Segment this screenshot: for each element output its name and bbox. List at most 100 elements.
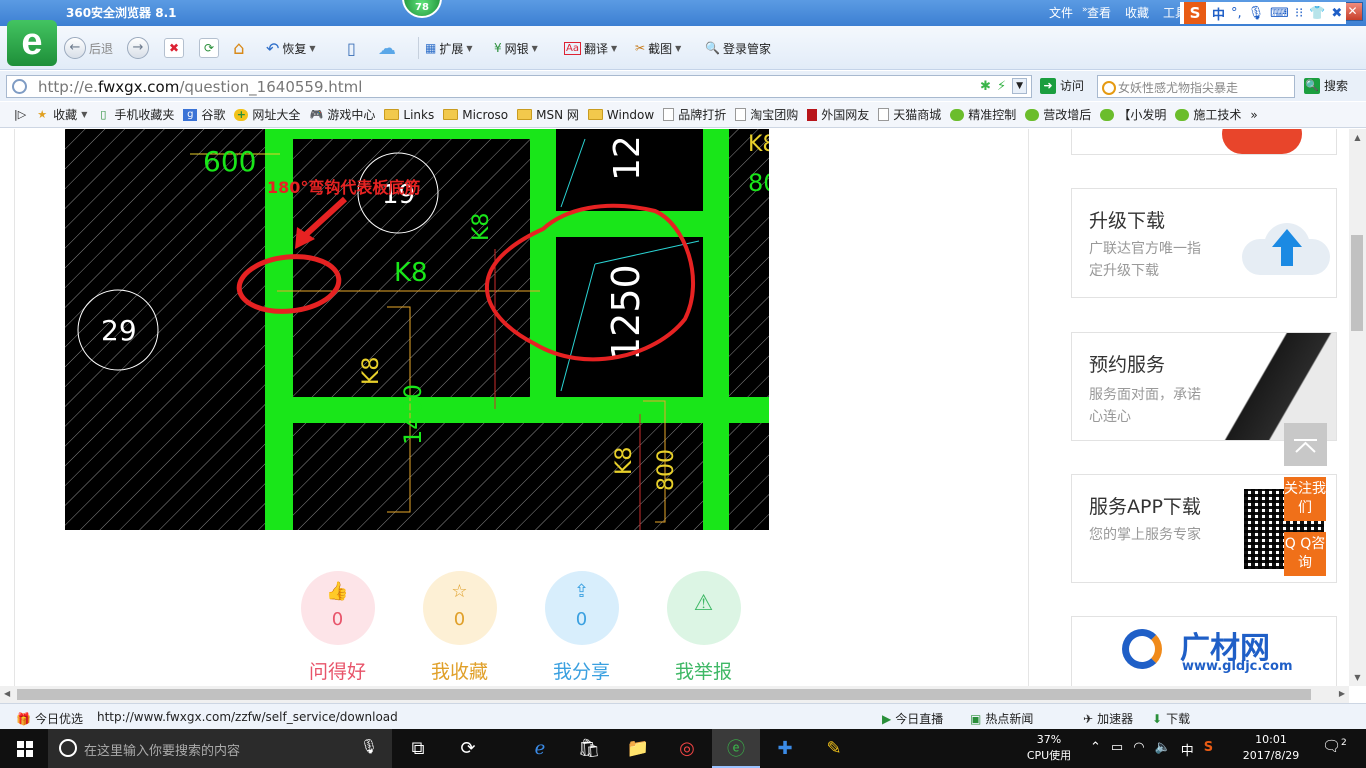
- scroll-down-icon[interactable]: ▼: [1349, 669, 1366, 686]
- translate-button[interactable]: Aa 翻译 ▼: [564, 36, 617, 60]
- fav-item[interactable]: ▯ 手机收藏夹: [96, 106, 174, 123]
- fav-item[interactable]: 【小发明: [1100, 106, 1166, 123]
- horizontal-scrollbar[interactable]: ◀ ▶: [0, 686, 1349, 703]
- wifi-icon[interactable]: ◠: [1133, 740, 1144, 759]
- upgrade-card[interactable]: 升级下载 广联达官方唯一指定升级下载: [1071, 188, 1337, 298]
- search-input[interactable]: 女妖性感尤物指尖暴走: [1097, 75, 1295, 98]
- teamviewer-icon[interactable]: ✚: [761, 729, 809, 768]
- store-icon[interactable]: 🛍: [565, 729, 613, 768]
- back-group[interactable]: ← 后退: [64, 36, 113, 60]
- menu-file[interactable]: 文件: [1049, 4, 1073, 21]
- fav-item[interactable]: 🎮 游戏中心: [309, 106, 376, 123]
- like-label[interactable]: 问得好: [300, 657, 375, 684]
- like-button[interactable]: 👍 0 问得好: [300, 571, 375, 684]
- file-explorer-icon[interactable]: 📁: [614, 729, 662, 768]
- app-360-icon[interactable]: ◎: [663, 729, 711, 768]
- start-button[interactable]: [0, 729, 48, 768]
- search-button[interactable]: 🔍 搜索: [1304, 77, 1348, 94]
- url-input[interactable]: http://e.fwxgx.com/question_1640559.html…: [6, 75, 1032, 98]
- punctuation-icon[interactable]: °,: [1231, 6, 1242, 21]
- report-button[interactable]: ⚠ 我举报: [666, 571, 741, 684]
- loading-icon[interactable]: ✱: [980, 79, 991, 94]
- phone-icon[interactable]: ▯: [347, 39, 356, 58]
- report-label[interactable]: 我举报: [666, 657, 741, 684]
- gldjc-card[interactable]: 广材网 www.gldjc.com: [1071, 616, 1337, 686]
- login-manager-button[interactable]: 🔍 登录管家: [705, 36, 771, 60]
- share-label[interactable]: 我分享: [544, 657, 619, 684]
- fav-item[interactable]: MSN 网: [517, 106, 579, 123]
- accelerator[interactable]: ✈ 加速器: [1083, 710, 1133, 727]
- more-favorites-icon[interactable]: »: [1250, 108, 1257, 122]
- fav-item[interactable]: g 谷歌: [183, 106, 225, 123]
- menu-favorites[interactable]: 收藏: [1125, 4, 1149, 21]
- mic-icon[interactable]: 🎙: [1248, 6, 1265, 21]
- scroll-up-icon[interactable]: ▲: [1349, 129, 1366, 146]
- favorite-button[interactable]: ☆ 0 我收藏: [422, 571, 497, 684]
- shirt-icon[interactable]: 👕: [1309, 6, 1325, 21]
- fav-item[interactable]: 天猫商城: [878, 106, 941, 123]
- mic-icon[interactable]: 🎙: [360, 739, 378, 755]
- screenshot-button[interactable]: ✂ 截图 ▼: [635, 36, 681, 60]
- fav-item[interactable]: 精准控制: [950, 106, 1016, 123]
- sogou-tray-icon[interactable]: S: [1204, 740, 1213, 759]
- fav-item[interactable]: ★ 收藏 ▼: [35, 106, 87, 123]
- app-spiral-icon[interactable]: ⟳: [444, 729, 492, 768]
- keyboard-icon[interactable]: ⌨: [1270, 6, 1289, 21]
- back-icon[interactable]: ←: [64, 37, 86, 59]
- tools-icon[interactable]: ✖: [1331, 6, 1342, 21]
- back-label[interactable]: 后退: [89, 40, 113, 57]
- sidebar-toggle-icon[interactable]: |▷: [14, 108, 26, 121]
- fav-item[interactable]: Microso: [443, 108, 508, 122]
- fav-item[interactable]: + 网址大全: [234, 106, 300, 123]
- notes-icon[interactable]: ✎: [810, 729, 858, 768]
- extend-button[interactable]: ▦ 扩展 ▼: [425, 36, 473, 60]
- fav-item[interactable]: 品牌打折: [663, 106, 726, 123]
- restore-button[interactable]: ↶ 恢复 ▼: [266, 36, 316, 60]
- fav-item[interactable]: Links: [384, 108, 434, 122]
- visit-button[interactable]: ➜ 访问: [1040, 77, 1084, 94]
- cpu-usage[interactable]: 37% CPU使用: [1026, 732, 1072, 764]
- horizontal-scroll-thumb[interactable]: [17, 689, 1311, 700]
- volume-icon[interactable]: 🔈: [1155, 740, 1171, 759]
- battery-icon[interactable]: ▭: [1111, 740, 1123, 759]
- vertical-scrollbar[interactable]: ▲ ▼: [1349, 129, 1366, 686]
- ime-lang[interactable]: 中: [1212, 4, 1225, 23]
- refresh-icon[interactable]: ⟳: [199, 38, 219, 58]
- edge-icon[interactable]: ℯ: [516, 729, 564, 768]
- stop-icon[interactable]: ✖: [164, 38, 184, 58]
- tray-chevron-up-icon[interactable]: ⌃: [1090, 740, 1101, 759]
- browser-logo[interactable]: e: [7, 20, 57, 66]
- cloud-icon[interactable]: ☁: [378, 38, 396, 59]
- lightning-icon[interactable]: ⚡: [997, 79, 1006, 94]
- hot-news[interactable]: ▣ 热点新闻: [970, 710, 1033, 727]
- speed-badge[interactable]: 78: [402, 0, 442, 18]
- follow-us-button[interactable]: 关注我们: [1284, 477, 1326, 521]
- favorite-circle[interactable]: ☆ 0: [422, 571, 497, 645]
- home-icon[interactable]: ⌂: [233, 38, 244, 59]
- url-text[interactable]: http://e.fwxgx.com/question_1640559.html: [38, 78, 362, 96]
- share-circle[interactable]: ⇪ 0: [544, 571, 619, 645]
- scroll-right-icon[interactable]: ▶: [1339, 689, 1345, 698]
- download-status[interactable]: ⬇ 下载: [1152, 710, 1190, 727]
- tray-lang[interactable]: 中: [1181, 740, 1194, 759]
- sidebar-card-top[interactable]: [1071, 129, 1337, 155]
- fav-item[interactable]: 营改增后: [1025, 106, 1091, 123]
- fav-item[interactable]: 施工技术: [1175, 106, 1241, 123]
- clock[interactable]: 10:01 2017/8/29: [1238, 732, 1304, 764]
- today-picks[interactable]: 🎁 今日优选: [16, 710, 83, 727]
- favorite-label[interactable]: 我收藏: [422, 657, 497, 684]
- like-circle[interactable]: 👍 0: [300, 571, 375, 645]
- share-button[interactable]: ⇪ 0 我分享: [544, 571, 619, 684]
- today-live[interactable]: ▶ 今日直播: [882, 710, 943, 727]
- fav-item[interactable]: 淘宝团购: [735, 106, 798, 123]
- taskbar-search[interactable]: 在这里输入你要搜索的内容 🎙: [48, 729, 392, 768]
- dropdown-icon[interactable]: ▼: [1012, 78, 1027, 94]
- bank-button[interactable]: ¥ 网银 ▼: [494, 36, 538, 60]
- back-to-top-button[interactable]: [1284, 423, 1327, 466]
- report-circle[interactable]: ⚠: [666, 571, 741, 645]
- qq-consult-button[interactable]: Q Q咨询: [1284, 532, 1326, 576]
- scroll-left-icon[interactable]: ◀: [4, 689, 10, 698]
- menu-grid-icon[interactable]: ⁝⁝: [1295, 6, 1303, 21]
- notification-center-icon[interactable]: 🗨2: [1322, 737, 1347, 755]
- menu-view[interactable]: 查看: [1087, 4, 1111, 21]
